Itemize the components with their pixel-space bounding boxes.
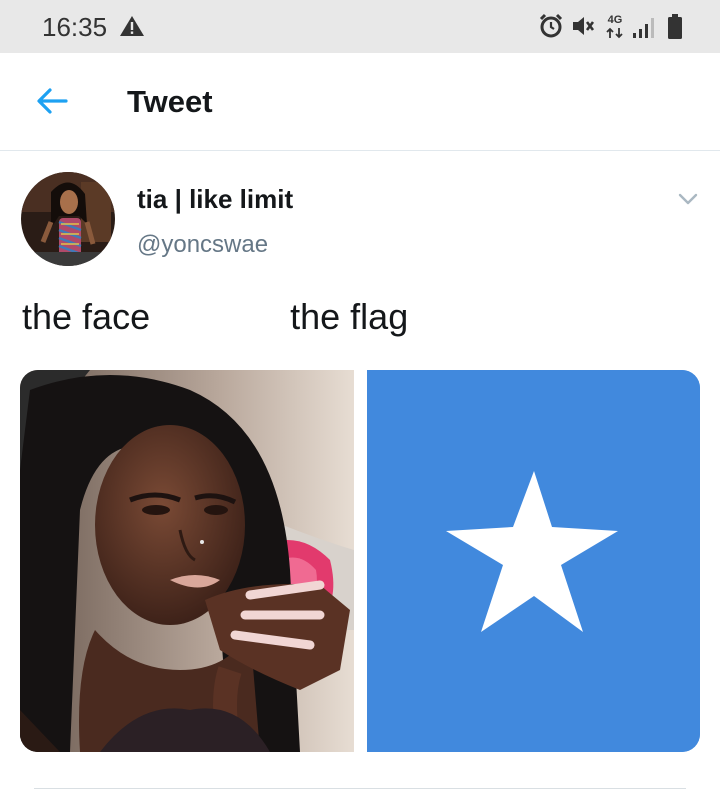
tweet-text: the face the flag <box>22 296 409 337</box>
status-bar: 16:35 4G <box>0 0 720 53</box>
data-arrows-icon <box>606 27 623 39</box>
somalia-flag-image <box>367 370 700 752</box>
alarm-icon <box>539 13 563 38</box>
media-image-flag[interactable] <box>367 370 700 752</box>
display-name[interactable]: tia | like limit <box>137 184 293 215</box>
signal-icon <box>633 18 654 38</box>
avatar[interactable] <box>21 172 115 266</box>
chevron-down-icon[interactable] <box>676 189 700 209</box>
selfie-photo <box>20 370 354 752</box>
status-time: 16:35 <box>42 12 108 42</box>
app-bar: Tweet <box>0 53 720 151</box>
media-image-selfie[interactable] <box>20 370 354 752</box>
warning-icon <box>120 16 144 36</box>
mute-icon <box>573 17 595 35</box>
avatar-photo <box>21 172 115 266</box>
divider <box>34 788 686 789</box>
battery-icon <box>668 14 682 39</box>
page-title: Tweet <box>127 84 213 119</box>
media-grid <box>20 370 700 752</box>
user-handle[interactable]: @yoncswae <box>137 231 268 259</box>
network-4g-icon: 4G <box>604 15 626 44</box>
back-arrow-icon[interactable] <box>32 81 72 121</box>
